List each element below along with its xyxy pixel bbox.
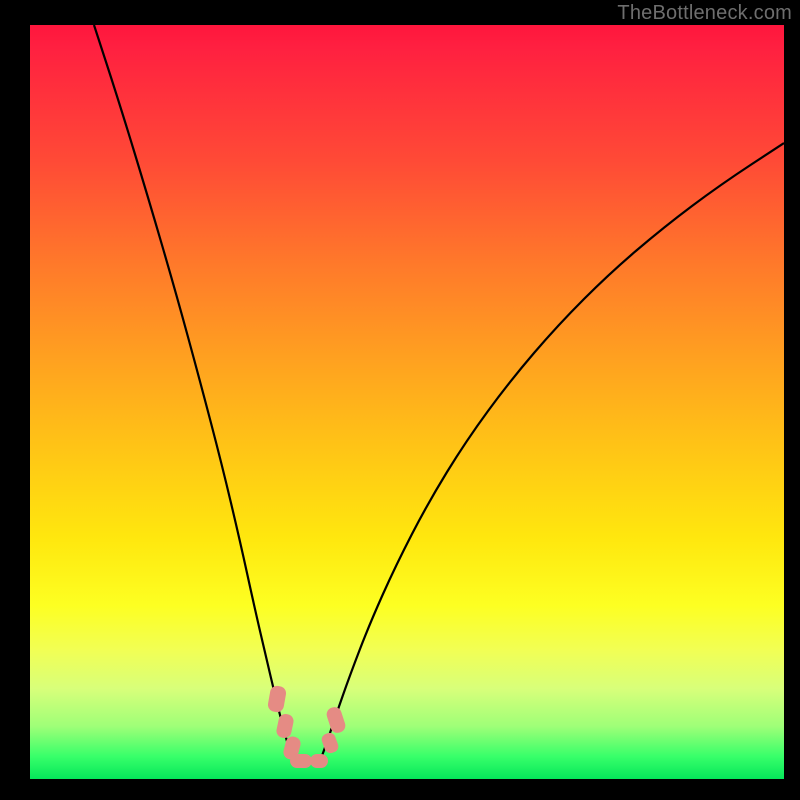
curve-right (320, 143, 784, 761)
curve-left (94, 25, 293, 761)
watermark-text: TheBottleneck.com (617, 2, 792, 25)
chart-frame: TheBottleneck.com (0, 0, 800, 800)
trough-markers (267, 685, 347, 768)
trough-marker (275, 713, 295, 740)
trough-marker (325, 705, 347, 734)
trough-marker (310, 754, 328, 768)
curve-svg (30, 25, 784, 779)
trough-marker (267, 685, 287, 713)
plot-area (30, 25, 784, 779)
trough-marker (290, 754, 312, 768)
